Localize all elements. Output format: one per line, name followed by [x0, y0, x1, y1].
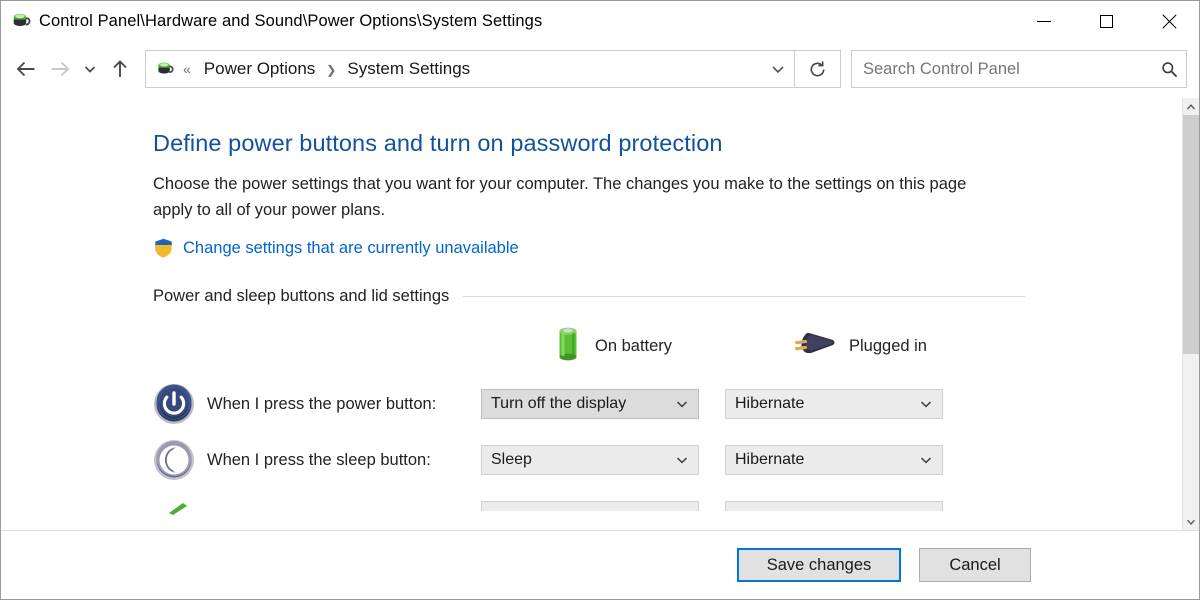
chevron-down-icon [675, 390, 689, 418]
recent-locations-button[interactable] [77, 52, 103, 86]
breadcrumb-overflow-icon[interactable]: « [183, 61, 191, 77]
setting-label-power-button: When I press the power button: [207, 395, 481, 414]
breadcrumb-power-options[interactable]: Power Options [201, 57, 319, 81]
combo-sleep-button-on-battery[interactable]: Sleep [481, 445, 699, 475]
search-box[interactable] [851, 50, 1187, 88]
back-arrow-icon [15, 59, 37, 79]
refresh-icon [808, 60, 827, 79]
minimize-button[interactable] [1013, 1, 1075, 41]
chevron-down-icon [1186, 517, 1196, 527]
scrollbar-track[interactable] [1183, 115, 1199, 513]
maximize-button[interactable] [1075, 1, 1137, 41]
sleep-button-icon [153, 439, 195, 481]
refresh-button[interactable] [795, 50, 841, 88]
uac-shield-icon [153, 237, 174, 259]
window-controls [1013, 1, 1199, 41]
column-label-on-battery: On battery [595, 337, 672, 356]
navigation-bar: « Power Options ❯ System Settings [1, 41, 1199, 97]
chevron-down-icon [919, 446, 933, 474]
battery-icon [553, 324, 583, 369]
page-title: Define power buttons and turn on passwor… [153, 130, 1182, 157]
address-dropdown-button[interactable] [762, 51, 794, 87]
combo-value: Hibernate [726, 451, 804, 469]
admin-link-row: Change settings that are currently unava… [153, 237, 1182, 259]
scroll-down-button[interactable] [1183, 513, 1199, 530]
page-description: Choose the power settings that you want … [153, 171, 1001, 223]
combo-power-button-on-battery[interactable]: Turn off the display [481, 389, 699, 419]
setting-row-power-button: When I press the power button: Turn off … [153, 383, 1182, 425]
title-bar: Control Panel\Hardware and Sound\Power O… [1, 1, 1199, 41]
breadcrumb-separator-icon: ❯ [326, 63, 336, 77]
power-plug-icon [793, 327, 837, 366]
combo-power-button-plugged-in[interactable]: Hibernate [725, 389, 943, 419]
combo-clipped-on-battery[interactable] [481, 501, 699, 511]
column-label-plugged-in: Plugged in [849, 337, 927, 356]
minimize-icon [1037, 21, 1051, 22]
search-icon[interactable] [1152, 61, 1186, 78]
lid-icon [153, 501, 195, 517]
scroll-up-button[interactable] [1183, 98, 1199, 115]
scrollbar-thumb[interactable] [1183, 115, 1199, 354]
save-changes-button[interactable]: Save changes [737, 548, 901, 582]
combo-sleep-button-plugged-in[interactable]: Hibernate [725, 445, 943, 475]
up-button[interactable] [103, 52, 137, 86]
combo-value: Turn off the display [482, 395, 626, 413]
vertical-scrollbar[interactable] [1182, 98, 1199, 530]
up-arrow-icon [110, 59, 130, 79]
close-icon [1161, 14, 1176, 29]
forward-button[interactable] [43, 52, 77, 86]
setting-label-sleep-button: When I press the sleep button: [207, 451, 481, 470]
chevron-down-icon [83, 62, 97, 76]
combo-value: Hibernate [726, 395, 804, 413]
control-panel-window: Control Panel\Hardware and Sound\Power O… [0, 0, 1200, 600]
dialog-footer: Save changes Cancel [1, 530, 1199, 599]
chevron-down-icon [919, 390, 933, 418]
chevron-down-icon [770, 61, 786, 77]
combo-value: Sleep [482, 451, 532, 469]
close-button[interactable] [1137, 1, 1199, 41]
section-divider [463, 296, 1025, 297]
settings-pane: Define power buttons and turn on passwor… [1, 98, 1182, 530]
cancel-button[interactable]: Cancel [919, 548, 1031, 582]
search-input[interactable] [852, 60, 1152, 79]
column-header-plugged-in: Plugged in [793, 327, 1033, 366]
address-bar[interactable]: « Power Options ❯ System Settings [145, 50, 795, 88]
control-panel-icon [10, 10, 32, 32]
section-label: Power and sleep buttons and lid settings [153, 287, 449, 306]
power-button-icon [153, 383, 195, 425]
forward-arrow-icon [49, 59, 71, 79]
back-button[interactable] [9, 52, 43, 86]
maximize-icon [1100, 15, 1113, 28]
breadcrumb-system-settings[interactable]: System Settings [344, 57, 473, 81]
column-headers: On battery Plugged in [153, 324, 1182, 369]
setting-row-sleep-button: When I press the sleep button: Sleep Hib… [153, 439, 1182, 481]
chevron-down-icon [675, 446, 689, 474]
setting-row-clipped [153, 501, 1182, 517]
content-area: Define power buttons and turn on passwor… [1, 97, 1199, 530]
change-settings-link[interactable]: Change settings that are currently unava… [183, 239, 519, 258]
window-title: Control Panel\Hardware and Sound\Power O… [39, 12, 542, 31]
combo-clipped-plugged-in[interactable] [725, 501, 943, 511]
chevron-up-icon [1186, 102, 1196, 112]
control-panel-icon [155, 59, 175, 79]
section-header: Power and sleep buttons and lid settings [153, 287, 1025, 306]
column-header-on-battery: On battery [553, 324, 793, 369]
